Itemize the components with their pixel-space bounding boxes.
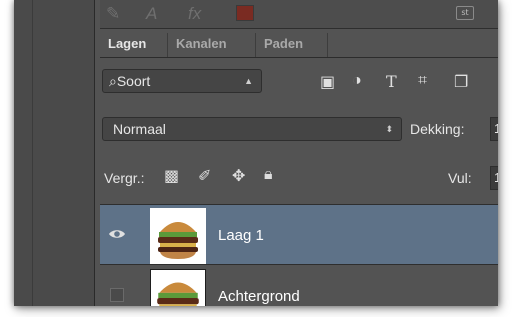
burger-image [151, 270, 205, 306]
lock-paint-icon[interactable]: ✐ [198, 166, 211, 186]
brush-preset-icon[interactable]: ✎ [106, 4, 120, 24]
layer-thumbnail [150, 269, 206, 306]
adjustment-filter-icon[interactable]: ◑ [352, 72, 362, 90]
opacity-input[interactable]: 1 [490, 117, 498, 141]
layers-panel: ✎ A fx st Lagen Kanalen Paden ⌕Soort ▲ ▣… [100, 0, 498, 306]
updown-arrows-icon: ⬍ [385, 124, 393, 134]
lock-label: Vergr.: [104, 170, 145, 186]
fill-input[interactable]: 1 [490, 166, 498, 190]
layer-row[interactable]: Laag 1 [100, 205, 498, 265]
lock-all-icon[interactable]: 🔒︎ [264, 166, 273, 184]
smart-object-filter-icon[interactable]: ❐ [454, 72, 468, 92]
tab-kanalen[interactable]: Kanalen [168, 33, 256, 57]
character-icon[interactable]: A [146, 4, 157, 24]
panel-icon-strip: ✎ A fx st [100, 0, 498, 29]
blend-mode-select[interactable]: Normaal ⬍ [102, 117, 402, 141]
type-filter-icon[interactable]: T [386, 72, 397, 91]
photoshop-window: ✎ A fx st Lagen Kanalen Paden ⌕Soort ▲ ▣… [14, 0, 498, 306]
layer-row[interactable]: Achtergrond [100, 266, 498, 306]
layer-name[interactable]: Achtergrond [218, 288, 300, 305]
layer-thumbnail [150, 208, 206, 264]
updown-arrows-icon: ▲ [244, 76, 253, 86]
search-icon: ⌕ [109, 73, 117, 89]
layer-name[interactable]: Laag 1 [218, 227, 264, 244]
fx-icon[interactable]: fx [188, 4, 201, 24]
tools-column [14, 0, 95, 306]
lock-transparent-icon[interactable]: ▩ [164, 166, 179, 186]
tab-paden[interactable]: Paden [256, 33, 328, 57]
lock-position-icon[interactable]: ✥ [232, 166, 245, 186]
eye-icon[interactable] [108, 225, 126, 243]
shape-filter-icon[interactable]: ⌗ [418, 72, 427, 90]
visibility-toggle[interactable] [110, 288, 124, 302]
image-filter-icon[interactable]: ▣ [320, 72, 335, 92]
fill-label: Vul: [448, 170, 472, 186]
filter-kind-select[interactable]: ⌕Soort ▲ [102, 69, 262, 93]
burger-image [152, 210, 204, 262]
color-swatch[interactable] [236, 5, 254, 21]
style-icon[interactable]: st [456, 6, 474, 20]
tab-lagen[interactable]: Lagen [100, 33, 168, 57]
opacity-label: Dekking: [410, 121, 465, 137]
panel-tabs: Lagen Kanalen Paden [100, 33, 498, 58]
